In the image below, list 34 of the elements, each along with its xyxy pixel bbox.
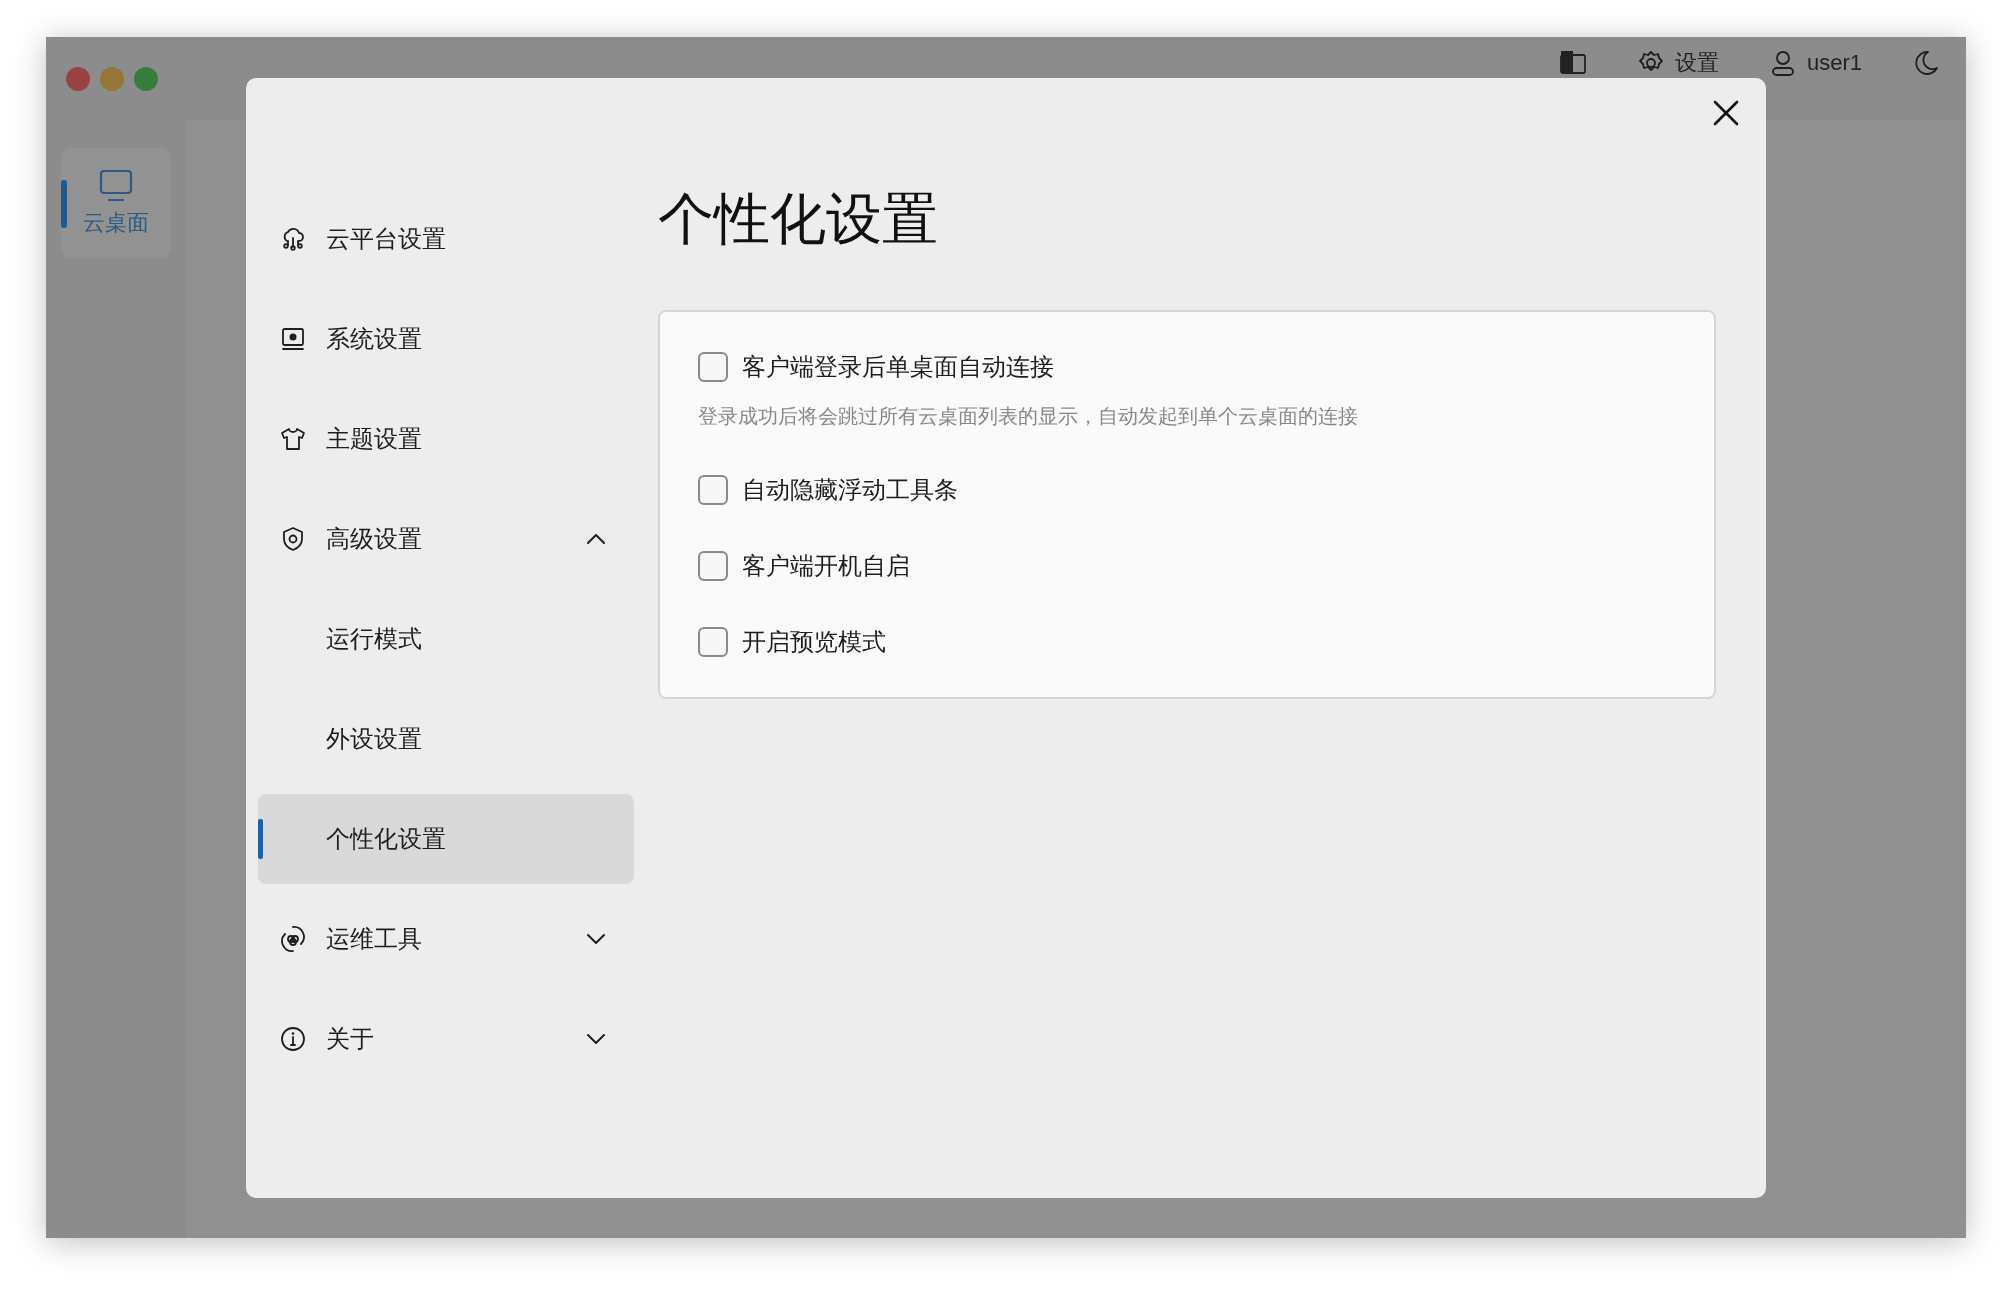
info-icon <box>280 1026 306 1052</box>
nav-subitem[interactable]: 个性化设置 <box>258 794 634 884</box>
checkbox[interactable] <box>698 551 728 581</box>
option-description: 登录成功后将会跳过所有云桌面列表的显示，自动发起到单个云桌面的连接 <box>698 404 1359 429</box>
checkbox-label[interactable]: 客户端开机自启 <box>742 550 910 582</box>
nav-item[interactable]: 高级设置 <box>258 494 634 584</box>
nav-item[interactable]: 云平台设置 <box>258 194 634 284</box>
checkbox[interactable] <box>698 627 728 657</box>
monitor-icon <box>98 168 134 202</box>
tools-icon <box>280 926 306 952</box>
page-title: 个性化设置 <box>658 186 939 252</box>
settings-label[interactable]: 设置 <box>1674 50 1719 76</box>
shield-gear-icon <box>280 526 306 552</box>
monitor-gear-icon <box>280 326 306 352</box>
chevron-icon[interactable] <box>586 933 606 945</box>
nav-subitem[interactable]: 运行模式 <box>258 594 634 684</box>
checkbox-label[interactable]: 客户端登录后单桌面自动连接 <box>742 351 1054 383</box>
close-button[interactable] <box>1712 99 1740 127</box>
shirt-icon <box>280 426 306 452</box>
moon-icon[interactable] <box>1912 49 1940 77</box>
nav-item[interactable]: 运维工具 <box>258 894 634 984</box>
user-name[interactable]: user1 <box>1806 50 1862 76</box>
chevron-icon[interactable] <box>586 533 606 545</box>
nav-item[interactable]: 系统设置 <box>258 294 634 384</box>
nav-subitem[interactable]: 外设设置 <box>258 694 634 784</box>
nav-item[interactable]: 关于 <box>258 994 634 1084</box>
language-icon[interactable] <box>1558 49 1587 77</box>
nav-item[interactable]: 主题设置 <box>258 394 634 484</box>
cloud-network-icon <box>280 226 306 252</box>
checkbox[interactable] <box>698 352 728 382</box>
checkbox[interactable] <box>698 475 728 505</box>
checkbox-label[interactable]: 自动隐藏浮动工具条 <box>742 474 958 506</box>
chevron-icon[interactable] <box>586 1033 606 1045</box>
checkbox-label[interactable]: 开启预览模式 <box>742 626 886 658</box>
